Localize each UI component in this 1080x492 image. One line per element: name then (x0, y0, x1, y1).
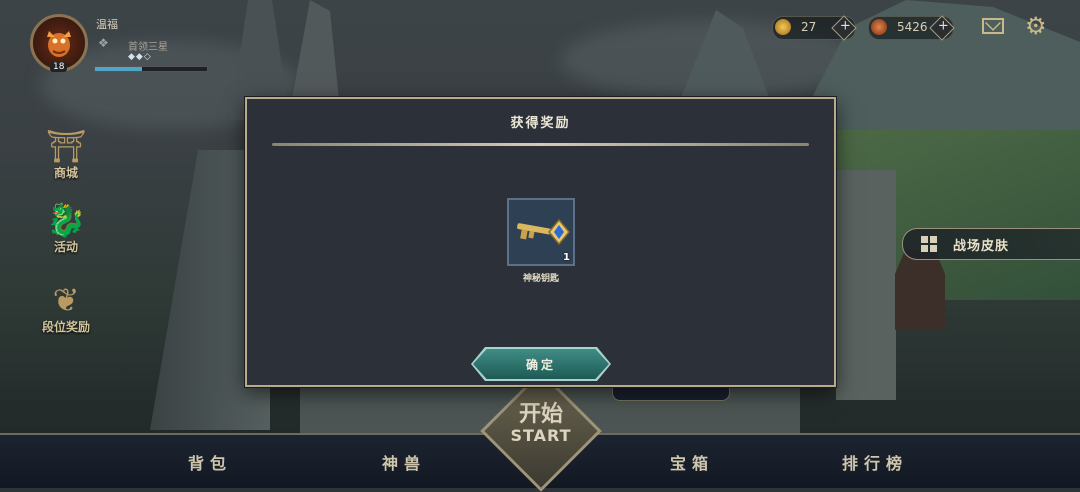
confirm-button-label: 确定 (525, 358, 556, 372)
reward-item-slot[interactable]: 1 (507, 198, 575, 266)
modal-divider (272, 143, 809, 146)
key-icon (517, 218, 570, 246)
modal-title: 获得奖励 (510, 116, 571, 131)
item-count: 1 (563, 252, 570, 263)
item-name: 神秘钥匙 (522, 274, 559, 284)
confirm-button[interactable]: 确定 (471, 347, 611, 381)
reward-modal: 获得奖励 1 神秘钥匙 确定 (245, 97, 836, 387)
